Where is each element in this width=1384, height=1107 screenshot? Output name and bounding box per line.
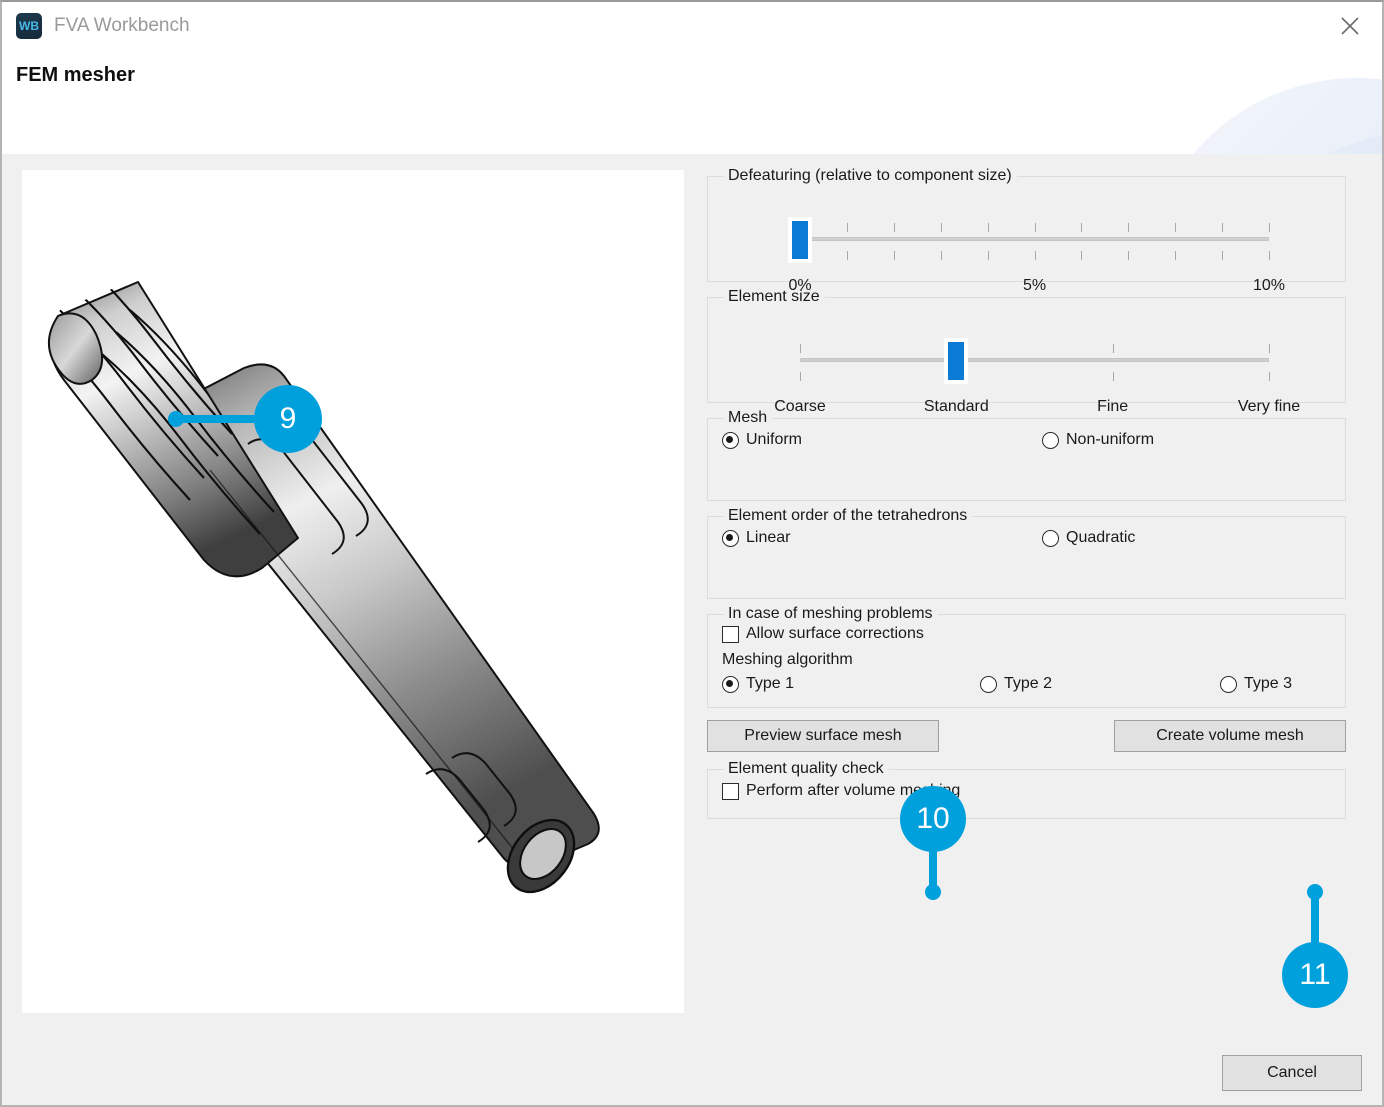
radio-algorithm-type-3-indicator[interactable] (1220, 676, 1237, 693)
callout-11-bubble: 11 (1282, 942, 1348, 1008)
element-size-slider-labels: Coarse Standard Fine Very fine (800, 398, 1269, 420)
radio-order-quadratic-indicator[interactable] (1042, 530, 1059, 547)
mesh-action-buttons: Preview surface mesh Create volume mesh (707, 720, 1346, 752)
group-element-order-legend: Element order of the tetrahedrons (724, 507, 972, 525)
radio-order-quadratic-label: Quadratic (1066, 529, 1135, 547)
radio-mesh-uniform-label: Uniform (746, 431, 802, 449)
element-size-track[interactable] (800, 358, 1269, 362)
radio-algorithm-type-1-label: Type 1 (746, 675, 794, 693)
element-size-ticks-top (800, 344, 1269, 354)
callout-11-dot (1307, 884, 1323, 900)
group-mesh: Mesh Uniform Non-uniform (707, 409, 1346, 501)
dialog-header: FEM mesher (2, 50, 1382, 154)
defeaturing-label-0: 0% (788, 277, 811, 295)
mesh-options-row: Uniform Non-uniform (722, 431, 1331, 449)
decorative-arc-inner (1212, 132, 1382, 154)
checkbox-perform-after-volume-meshing-label: Perform after volume meshing (746, 782, 960, 800)
radio-algorithm-type-2-indicator[interactable] (980, 676, 997, 693)
fem-mesher-dialog: WB FVA Workbench FEM mesher (0, 0, 1384, 1107)
element-size-label-fine: Fine (1097, 398, 1128, 416)
preview-surface-mesh-button[interactable]: Preview surface mesh (707, 720, 939, 752)
group-meshing-problems-legend: In case of meshing problems (724, 605, 938, 623)
defeaturing-ticks-bottom (800, 251, 1269, 261)
defeaturing-slider[interactable]: 0% 5% 10% (722, 185, 1331, 271)
element-size-slider-thumb[interactable] (945, 339, 967, 383)
element-size-label-coarse: Coarse (774, 398, 826, 416)
radio-mesh-uniform-indicator[interactable] (722, 432, 739, 449)
radio-algorithm-type-1[interactable]: Type 1 (722, 675, 980, 693)
app-logo-icon: WB (16, 13, 42, 39)
checkbox-perform-after-volume-meshing-box[interactable] (722, 783, 739, 800)
defeaturing-slider-labels: 0% 5% 10% (800, 277, 1269, 299)
group-mesh-legend: Mesh (724, 409, 772, 427)
radio-order-linear-label: Linear (746, 529, 790, 547)
checkbox-allow-surface-corrections-box[interactable] (722, 626, 739, 643)
radio-mesh-uniform[interactable]: Uniform (722, 431, 1042, 449)
radio-algorithm-type-3-label: Type 3 (1244, 675, 1292, 693)
checkbox-perform-after-volume-meshing[interactable]: Perform after volume meshing (722, 782, 1331, 800)
meshing-algorithm-label: Meshing algorithm (722, 651, 1331, 669)
title-bar: WB FVA Workbench (2, 2, 1382, 50)
shaft-body (179, 364, 599, 867)
radio-algorithm-type-1-indicator[interactable] (722, 676, 739, 693)
radio-order-quadratic[interactable]: Quadratic (1042, 529, 1135, 547)
defeaturing-ticks-top (800, 223, 1269, 233)
element-size-slider[interactable]: Coarse Standard Fine Very fine (722, 306, 1331, 392)
radio-algorithm-type-2-label: Type 2 (1004, 675, 1052, 693)
group-defeaturing-legend: Defeaturing (relative to component size) (724, 167, 1017, 185)
defeaturing-label-10: 10% (1253, 277, 1285, 295)
radio-mesh-non-uniform-label: Non-uniform (1066, 431, 1154, 449)
settings-panel: Defeaturing (relative to component size) (707, 167, 1346, 825)
group-element-size: Element size Coarse (707, 288, 1346, 403)
app-title: FVA Workbench (54, 15, 190, 37)
group-defeaturing: Defeaturing (relative to component size) (707, 167, 1346, 282)
threaded-shaft-3d-model (22, 170, 684, 1013)
element-size-label-standard: Standard (924, 398, 989, 416)
group-element-order: Element order of the tetrahedrons Linear… (707, 507, 1346, 599)
radio-order-linear[interactable]: Linear (722, 529, 1042, 547)
cancel-button[interactable]: Cancel (1222, 1055, 1362, 1091)
element-size-ticks-bottom (800, 372, 1269, 382)
defeaturing-label-5: 5% (1023, 277, 1046, 295)
group-element-quality-check-legend: Element quality check (724, 760, 889, 778)
radio-order-linear-indicator[interactable] (722, 530, 739, 547)
defeaturing-track[interactable] (800, 237, 1269, 241)
radio-mesh-non-uniform-indicator[interactable] (1042, 432, 1059, 449)
checkbox-allow-surface-corrections-label: Allow surface corrections (746, 625, 924, 643)
callout-10-dot (925, 884, 941, 900)
meshing-algorithm-options-row: Type 1 Type 2 Type 3 (722, 675, 1331, 693)
element-size-label-very-fine: Very fine (1238, 398, 1300, 416)
radio-algorithm-type-2[interactable]: Type 2 (980, 675, 1220, 693)
create-volume-mesh-button[interactable]: Create volume mesh (1114, 720, 1346, 752)
radio-mesh-non-uniform[interactable]: Non-uniform (1042, 431, 1154, 449)
close-icon[interactable] (1328, 6, 1372, 46)
group-meshing-problems: In case of meshing problems Allow surfac… (707, 605, 1346, 708)
defeaturing-slider-thumb[interactable] (789, 218, 811, 262)
checkbox-allow-surface-corrections[interactable]: Allow surface corrections (722, 625, 1331, 643)
page-title: FEM mesher (16, 64, 135, 87)
dialog-body: 9 Defeaturing (relative to component siz… (2, 154, 1382, 1105)
radio-algorithm-type-3[interactable]: Type 3 (1220, 675, 1292, 693)
callout-10-line (929, 846, 937, 892)
model-viewport[interactable]: 9 (22, 170, 684, 1013)
element-order-options-row: Linear Quadratic (722, 529, 1331, 547)
group-element-quality-check: Element quality check Perform after volu… (707, 760, 1346, 819)
callout-11-line (1311, 892, 1319, 952)
decorative-arc-outer (1142, 78, 1382, 154)
